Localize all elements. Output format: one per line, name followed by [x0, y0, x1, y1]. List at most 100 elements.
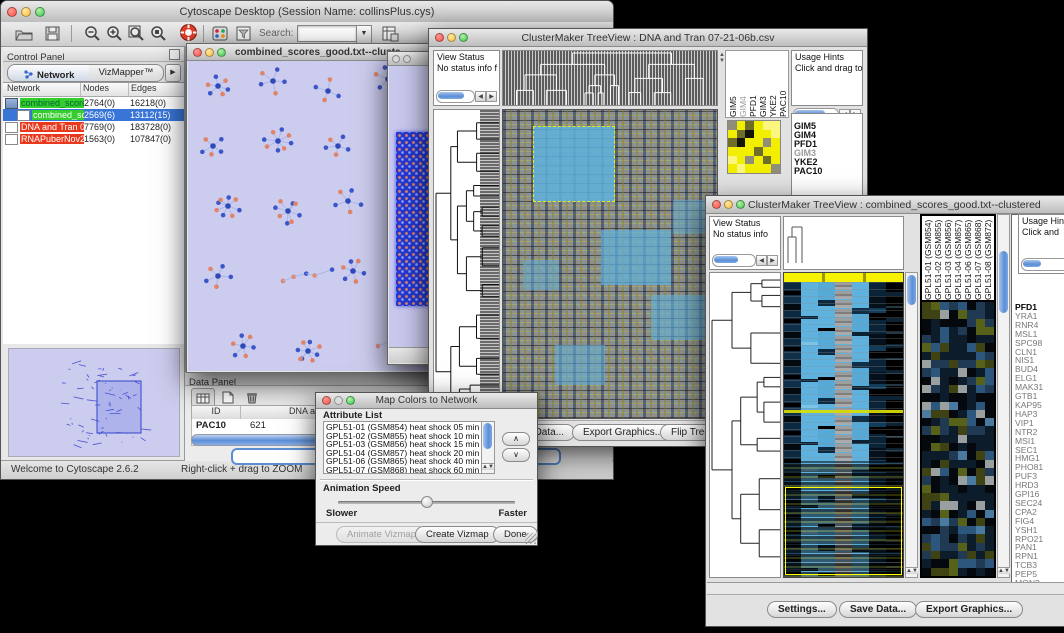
tv1-column-label[interactable]: GIM4 [738, 51, 748, 117]
network-list-row[interactable]: RNAPuberNov2+1563(0)107847(0) [3, 133, 184, 145]
treeview2-titlebar[interactable]: ClusterMaker TreeView : combined_scores_… [706, 196, 1064, 214]
zoom-in-button[interactable] [103, 24, 125, 43]
tv2-settings-button[interactable]: Settings... [767, 601, 837, 618]
col-nodes[interactable]: Nodes [81, 83, 129, 96]
tv2-column-label[interactable]: GPL51-01 (GSM854) [923, 216, 933, 300]
zoom-button[interactable] [346, 396, 355, 405]
create-vizmap-button[interactable]: Create Vizmap [415, 526, 500, 543]
toolbar-separator [71, 25, 72, 42]
tv2-column-dendrogram[interactable] [783, 216, 904, 270]
tv1-heatmap-selection[interactable] [533, 126, 615, 202]
tv1-column-label[interactable]: GIM5 [728, 51, 738, 117]
tv2-column-label[interactable]: GPL51-03 (GSM856) [943, 216, 953, 300]
save-button[interactable] [41, 24, 63, 43]
attribute-down-button[interactable]: ∨ [502, 448, 530, 462]
tv2-export-graphics-button[interactable]: Export Graphics... [915, 601, 1023, 618]
attribute-up-button[interactable]: ∧ [502, 432, 530, 446]
tv1-column-label[interactable]: PFD1 [748, 51, 758, 117]
heatmap-cell [967, 343, 976, 351]
tab-vizmapper[interactable]: VizMapper™ [89, 64, 164, 82]
zoom-fit-button[interactable] [125, 24, 147, 43]
matrix-cell [763, 121, 772, 130]
tv2-save-data-button[interactable]: Save Data... [839, 601, 917, 618]
heatmap-cell [958, 559, 967, 567]
animation-speed-slider[interactable] [338, 501, 515, 504]
vizmap-nodes-icon[interactable] [209, 24, 231, 43]
tv1-column-dendrogram[interactable] [502, 50, 718, 106]
dialog-titlebar[interactable]: Map Colors to Network [316, 393, 537, 409]
search-input[interactable] [297, 25, 357, 42]
tv1-status-scrollbar[interactable]: ◀▶ [436, 90, 497, 103]
treeview2-controls [712, 200, 745, 209]
attribute-list-item[interactable]: GPL51-07 (GSM868) heat shock 60 min [326, 466, 492, 474]
tv2-heatmap-scrollbar[interactable]: ▲▼ [905, 272, 918, 578]
close-button[interactable] [193, 48, 202, 57]
tv2-row-dendrogram[interactable] [709, 272, 781, 578]
tv2-status-scrollbar[interactable]: ◀▶ [712, 254, 778, 267]
attribute-list-scrollbar[interactable]: ▲▼ [481, 422, 494, 473]
main-titlebar[interactable]: Cytoscape Desktop (Session Name: collins… [1, 1, 613, 23]
heatmap-cell [967, 510, 976, 518]
search-dropdown-button[interactable]: ▼ [356, 25, 372, 44]
tv2-column-label[interactable]: GPL51-06 (GSM865) [963, 216, 973, 300]
tab-overflow-button[interactable]: ▶ [165, 64, 181, 82]
minimize-button[interactable] [205, 48, 214, 57]
col-edges[interactable]: Edges [129, 83, 184, 96]
heatmap-cell [940, 559, 949, 567]
tv1-row-dendrogram[interactable] [433, 109, 500, 419]
network-list-row[interactable]: DNA and Tran 077769(0)183728(0) [3, 121, 184, 133]
tv2-column-label[interactable]: GPL51-02 (GSM855) [933, 216, 943, 300]
zoom-button[interactable] [217, 48, 226, 57]
close-button[interactable] [392, 55, 400, 63]
tv2-column-label[interactable]: GPL51-07 (GSM868) [973, 216, 983, 300]
slider-thumb[interactable] [421, 496, 433, 508]
animate-vizmap-button[interactable]: Animate Vizmap [336, 526, 427, 543]
heatmap-cell [922, 559, 931, 567]
minimize-button[interactable] [334, 396, 343, 405]
tv2-right-scrollbar[interactable]: ▲▼ [997, 214, 1010, 578]
tv1-column-label[interactable]: GIM3 [758, 51, 768, 117]
tv2-view-status-title: View Status [710, 217, 780, 229]
open-file-button[interactable] [13, 24, 35, 43]
dialog-resize-grip[interactable] [525, 533, 536, 544]
window-controls [7, 7, 45, 17]
close-button[interactable] [435, 33, 444, 42]
zoom-button[interactable] [736, 200, 745, 209]
tv2-heatmap[interactable] [783, 272, 904, 578]
close-button[interactable] [712, 200, 721, 209]
filter-page-icon[interactable] [233, 24, 255, 43]
network-overview[interactable] [8, 348, 180, 457]
zoom-selected-button[interactable] [147, 24, 169, 43]
zoom-out-button[interactable] [81, 24, 103, 43]
float-panel-icon[interactable] [169, 49, 180, 60]
minimize-button[interactable] [447, 33, 456, 42]
tv1-heatmap[interactable] [502, 109, 718, 419]
data-col-id[interactable]: ID [192, 406, 241, 419]
minimize-button[interactable] [21, 7, 31, 17]
tv2-column-label[interactable]: GPL51-08 (GSM872) [983, 216, 993, 300]
tv2-column-label[interactable]: GPL51-04 (GSM857) [953, 216, 963, 300]
tv1-column-label[interactable]: PAC10 [778, 51, 788, 117]
tv2-view-status-text: No status info [710, 229, 780, 240]
zoom-button[interactable] [459, 33, 468, 42]
tv2-hints-scrollbar[interactable] [1021, 258, 1064, 271]
close-button[interactable] [7, 7, 17, 17]
tv1-export-graphics-button[interactable]: Export Graphics... [572, 424, 674, 441]
tv1-column-label[interactable]: YKE2 [768, 51, 778, 117]
network-list-row[interactable]: combined_sco2569(6)13112(15) [3, 109, 184, 121]
network-list-row[interactable]: combined_scores2764(0)16218(0) [3, 97, 184, 109]
help-lifering-icon[interactable] [177, 23, 199, 42]
col-network[interactable]: Network [3, 83, 81, 96]
close-button[interactable] [322, 396, 331, 405]
tv1-correlation-matrix[interactable] [727, 120, 781, 174]
tv1-row-label[interactable]: PAC10 [794, 167, 862, 176]
minimize-button[interactable] [403, 55, 411, 63]
attribute-listbox[interactable]: GPL51-01 (GSM854) heat shock 05 minGPL51… [323, 421, 495, 474]
tv2-heatmap-selection[interactable] [785, 487, 902, 575]
tv2-secondary-heatmap[interactable] [920, 302, 996, 578]
minimize-button[interactable] [724, 200, 733, 209]
tab-network[interactable]: Network [7, 64, 91, 82]
treeview1-titlebar[interactable]: ClusterMaker TreeView : DNA and Tran 07-… [429, 29, 867, 47]
zoom-button[interactable] [35, 7, 45, 17]
attribute-table-icon[interactable] [379, 24, 401, 43]
